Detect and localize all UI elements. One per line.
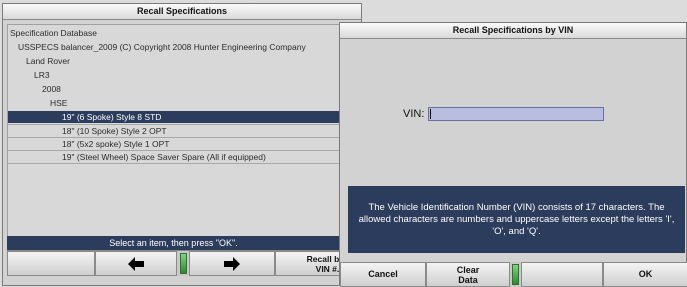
blank-button[interactable] [521, 262, 603, 287]
tree-item-wheel[interactable]: 19" (Steel Wheel) Space Saver Spare (All… [8, 150, 393, 163]
text-cursor [430, 109, 431, 119]
clear-data-button[interactable]: Clear Data [426, 262, 510, 287]
clear-line2: Data [458, 275, 478, 285]
recall-line1: Recall by [306, 254, 344, 264]
list-divider [8, 163, 339, 165]
cancel-button[interactable]: Cancel [340, 262, 426, 287]
spec-tree[interactable]: Specification Database USSPECS balancer_… [7, 24, 393, 237]
window-title: Recall Specifications [3, 4, 361, 20]
tree-item-model[interactable]: LR3 [8, 69, 365, 81]
grip-indicator [512, 264, 519, 285]
tree-item-database[interactable]: Specification Database [8, 27, 341, 39]
back-button-bar: Recall by VIN #... [7, 250, 363, 276]
tree-item-specs-db[interactable]: USSPECS balancer_2009 (C) Copyright 2008… [8, 41, 349, 53]
tree-item-make[interactable]: Land Rover [8, 55, 357, 67]
status-message: Select an item, then press "OK". [7, 236, 340, 250]
grip-indicator [180, 253, 187, 274]
ok-button[interactable]: OK [603, 262, 687, 287]
tree-item-wheel[interactable]: 18" (5x2 spoke) Style 1 OPT [8, 137, 393, 150]
right-arrow-icon [224, 257, 240, 271]
recall-by-vin-dialog: Recall Specifications by VIN VIN: The Ve… [339, 22, 687, 287]
tree-item-wheel-selected[interactable]: 19" (6 Spoke) Style 8 STD [8, 111, 393, 123]
vin-label: VIN: [403, 108, 425, 120]
tree-item-year[interactable]: 2008 [8, 83, 373, 95]
vin-info-message: The Vehicle Identification Number (VIN) … [348, 186, 685, 253]
dialog-button-bar: Cancel Clear Data OK [340, 262, 687, 287]
next-button[interactable] [189, 251, 275, 276]
dialog-title: Recall Specifications by VIN [340, 23, 686, 39]
left-arrow-icon [128, 257, 144, 271]
vin-info-text: The Vehicle Identification Number (VIN) … [358, 201, 675, 237]
vin-input[interactable] [428, 107, 604, 121]
blank-button[interactable] [7, 251, 95, 276]
tree-item-trim[interactable]: HSE [8, 97, 381, 109]
previous-button[interactable] [95, 251, 177, 276]
clear-line1: Clear [456, 265, 480, 275]
recall-specifications-window: Recall Specifications Specification Data… [2, 3, 393, 286]
tree-item-wheel[interactable]: 18" (10 Spoke) Style 2 OPT [8, 124, 393, 137]
recall-line2: VIN #... [315, 264, 344, 274]
